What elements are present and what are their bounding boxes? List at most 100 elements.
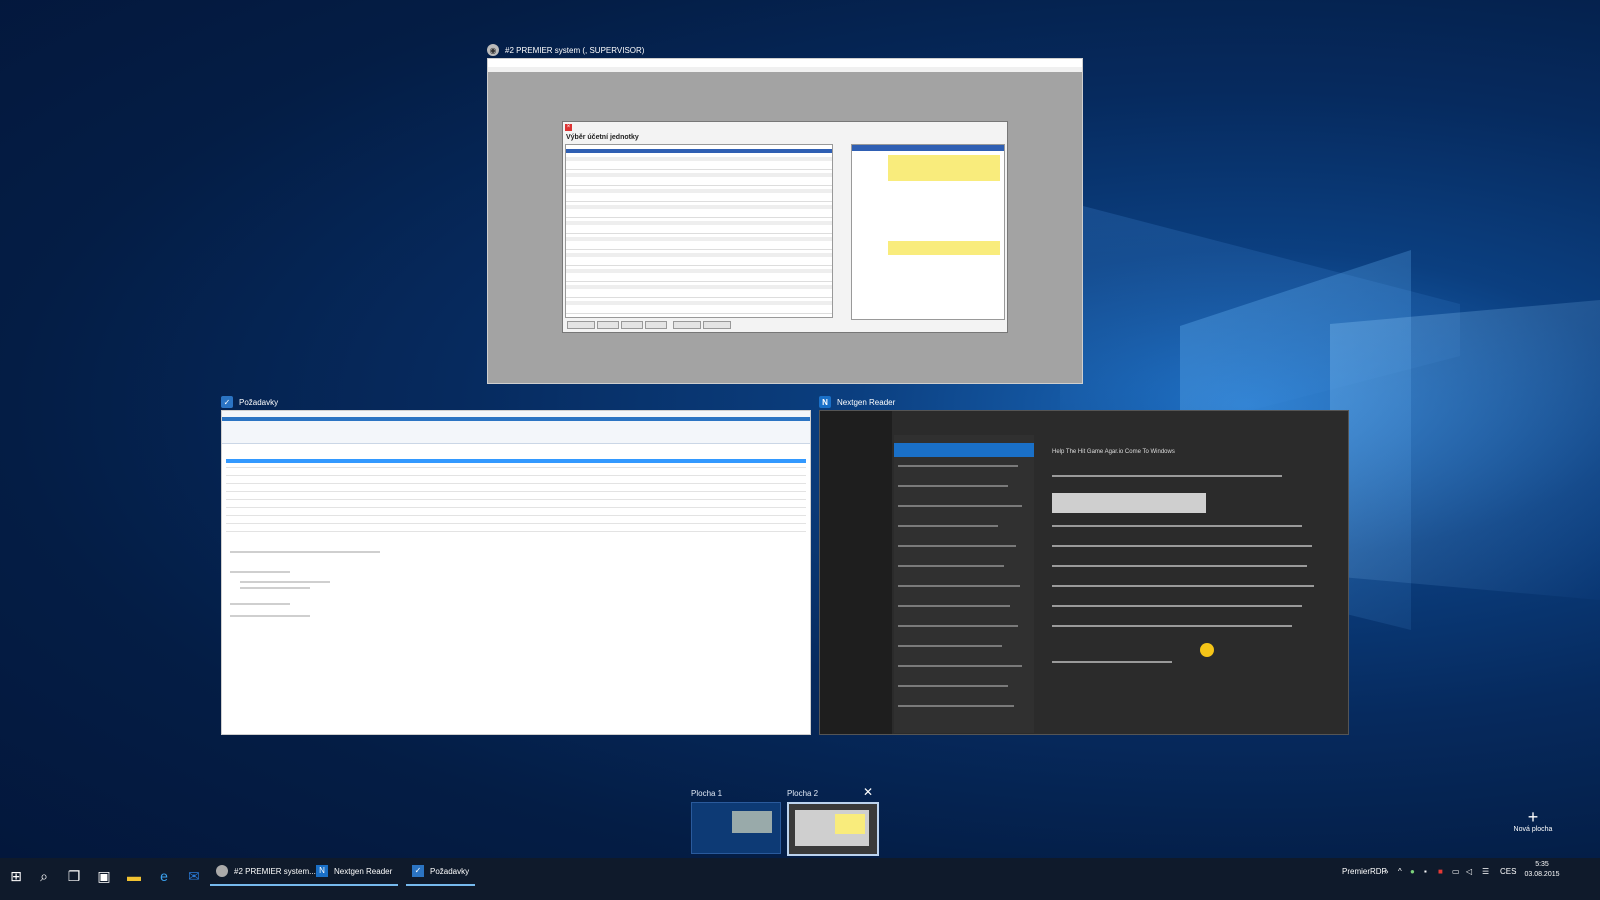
running-indicator (406, 884, 476, 886)
text-line (898, 605, 1010, 607)
window-thumbnail-nextgen[interactable]: N Nextgen Reader Help The Hit Game Agar.… (819, 392, 1349, 735)
nextgen-icon: N (819, 396, 831, 408)
tray-toolbar-label[interactable]: PremierRDP (1342, 858, 1387, 884)
table-row (566, 229, 832, 234)
grid-line (226, 531, 806, 532)
table-row (566, 309, 832, 314)
text-line (230, 551, 380, 553)
table-row (566, 165, 832, 170)
table-row (566, 285, 832, 289)
plus-icon: + (1527, 807, 1539, 827)
dialog-title: Výběr účetní jednotky (566, 134, 639, 141)
text-line (898, 525, 998, 527)
text-line (898, 665, 1022, 667)
ribbon (222, 411, 810, 444)
tray-app-icon[interactable]: ■ (1438, 858, 1443, 884)
text-line (230, 571, 290, 573)
premier-icon: ◉ (487, 44, 499, 56)
table-row (566, 277, 832, 282)
menu-bar (488, 67, 1082, 72)
taskbar-app-premier[interactable]: #2 PREMIER system... (210, 858, 322, 886)
task-view-icon[interactable]: ❐ (60, 862, 88, 890)
close-desktop-icon[interactable]: ✕ (863, 786, 873, 798)
desktop-1-thumbnail[interactable] (691, 802, 781, 854)
desktop-2-thumbnail[interactable] (787, 802, 879, 856)
table-row (566, 293, 832, 298)
window-preview[interactable]: Help The Hit Game Agar.io Come To Window… (819, 410, 1349, 735)
new-desktop-button[interactable]: + Nová plocha (1508, 808, 1558, 833)
clock-date: 03.08.2015 (1524, 871, 1560, 878)
volume-icon[interactable]: ◁ (1466, 858, 1472, 884)
table-row (566, 221, 832, 225)
taskbar-app-pozadavky[interactable]: ✓ Požadavky (406, 858, 476, 886)
search-icon[interactable]: ⌕ (30, 862, 58, 890)
system-clock[interactable]: 5:35 03.08.2015 (1524, 860, 1560, 880)
window-title: #2 PREMIER system (, SUPERVISOR) (505, 45, 645, 55)
edge-icon[interactable]: e (150, 862, 178, 890)
language-indicator[interactable]: CES (1500, 858, 1516, 884)
ribbon-tabs (222, 417, 810, 421)
units-table (565, 144, 833, 318)
window-title: Požadavky (239, 397, 279, 407)
running-indicator (310, 884, 399, 886)
new-desktop-label: Nová plocha (1513, 826, 1553, 833)
text-line (1052, 475, 1282, 477)
table-row (566, 245, 832, 250)
table-row (566, 173, 832, 177)
toolbar-expand-icon[interactable]: » (1384, 858, 1388, 884)
outlook-icon[interactable]: ✉ (180, 862, 208, 890)
window-title: Nextgen Reader (837, 397, 896, 407)
start-icon[interactable]: ⊞ (2, 862, 30, 890)
taskbar-app-label: Nextgen Reader (334, 866, 393, 876)
note-field (888, 155, 1000, 181)
table-row (566, 213, 832, 218)
window-caption: ◉ #2 PREMIER system (, SUPERVISOR) (487, 40, 1081, 60)
grid-line (226, 515, 806, 516)
text-line (898, 645, 1002, 647)
text-line (1052, 661, 1172, 663)
detail-panel (851, 144, 1005, 320)
table-row (566, 157, 832, 161)
dialog-button (645, 321, 667, 329)
grid-line (226, 483, 806, 484)
action-center-icon[interactable]: ☰ (1482, 858, 1489, 884)
selected-article (894, 443, 1034, 457)
unit-selection-dialog: × Výběr účetní jednotky (562, 121, 1008, 333)
article-image (1052, 493, 1206, 513)
window-caption: ✓ Požadavky (221, 392, 809, 412)
window-caption: N Nextgen Reader (819, 392, 1347, 412)
desktop-label-2: Plocha 2 (787, 789, 819, 798)
window-mini (795, 810, 869, 846)
grid-line (226, 467, 806, 468)
text-line (898, 685, 1008, 687)
grid-line (226, 491, 806, 492)
text-line (898, 545, 1016, 547)
show-hidden-icons-icon[interactable]: ^ (1398, 858, 1402, 884)
grid-line (226, 475, 806, 476)
window-preview[interactable]: × Výběr účetní jednotky (487, 58, 1083, 384)
close-icon: × (565, 124, 572, 131)
save-icon[interactable]: ▣ (90, 862, 118, 890)
file-explorer-icon[interactable]: ▬ (120, 862, 148, 890)
tray-app-icon[interactable]: ▪ (1424, 858, 1427, 884)
text-line (1052, 605, 1302, 607)
text-line (1052, 545, 1312, 547)
feed-sidebar (820, 411, 892, 734)
text-line (898, 705, 1014, 707)
running-indicator (210, 884, 322, 886)
window-preview[interactable] (221, 410, 811, 735)
dialog-button (567, 321, 595, 329)
network-icon[interactable]: ▭ (1452, 858, 1460, 884)
tray-app-icon[interactable]: ● (1410, 858, 1415, 884)
text-line (1052, 525, 1302, 527)
taskbar-app-nextgen[interactable]: N Nextgen Reader (310, 858, 399, 886)
text-line (1052, 625, 1292, 627)
window-thumbnail-premier[interactable]: ◉ #2 PREMIER system (, SUPERVISOR) × Výb… (487, 40, 1083, 384)
grid-line (226, 523, 806, 524)
article-view: Help The Hit Game Agar.io Come To Window… (1048, 435, 1338, 725)
grid-line (226, 499, 806, 500)
smiley-icon (1200, 643, 1214, 657)
detail-pane (226, 549, 806, 629)
table-row (566, 237, 832, 241)
window-thumbnail-pozadavky[interactable]: ✓ Požadavky (221, 392, 811, 735)
